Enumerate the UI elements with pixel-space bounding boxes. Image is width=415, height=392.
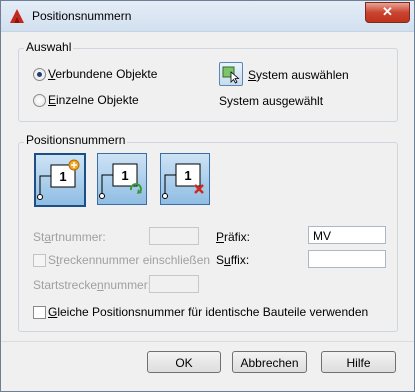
window-title: Positionsnummern bbox=[32, 9, 132, 23]
startnummer-input[interactable] bbox=[149, 227, 199, 245]
renumber-label-number: 1 bbox=[121, 168, 128, 183]
dialog-window: Positionsnummern ✕ Auswahl Verbundene Ob… bbox=[0, 0, 415, 392]
startstreckennummer-label: Startstreckennummer: bbox=[33, 278, 152, 292]
radio-einzelne-objekte[interactable] bbox=[33, 94, 46, 107]
hilfe-button[interactable]: Hilfe bbox=[321, 351, 396, 373]
praefix-input[interactable]: MV bbox=[308, 226, 386, 244]
system-select-label[interactable]: System auswählen bbox=[248, 68, 349, 82]
streckennummer-checkbox[interactable] bbox=[33, 254, 46, 267]
praefix-label: Präfix: bbox=[216, 230, 251, 244]
system-status-text: System ausgewählt bbox=[219, 94, 324, 108]
suffix-input[interactable] bbox=[308, 250, 386, 268]
startstreckennummer-input[interactable] bbox=[149, 275, 199, 293]
close-button[interactable]: ✕ bbox=[365, 2, 410, 23]
add-label-number: 1 bbox=[59, 169, 66, 184]
suffix-label: Suffix: bbox=[216, 253, 250, 267]
startnummer-label: Startnummer: bbox=[33, 230, 106, 244]
add-label-icon: 1 bbox=[37, 159, 80, 200]
auswahl-group-label: Auswahl bbox=[24, 40, 74, 54]
delete-label-icon: 1 bbox=[162, 163, 204, 199]
ok-button[interactable]: OK bbox=[147, 351, 221, 373]
title-bar[interactable]: Positionsnummern ✕ bbox=[1, 1, 414, 32]
radio-verbundene-objekte[interactable] bbox=[33, 68, 46, 81]
gleiche-positionsnummer-checkbox[interactable] bbox=[33, 306, 46, 319]
delete-position-number-button[interactable]: 1 bbox=[160, 153, 210, 205]
autocad-logo-icon bbox=[10, 9, 24, 23]
add-position-number-button[interactable]: 1 bbox=[34, 153, 86, 207]
positionsnummern-group-label: Positionsnummern bbox=[24, 133, 128, 147]
select-system-icon bbox=[222, 66, 240, 84]
close-icon: ✕ bbox=[382, 4, 393, 19]
auswahl-group bbox=[18, 48, 398, 122]
delete-label-number: 1 bbox=[184, 168, 191, 183]
radio-einzelne-objekte-label[interactable]: Einzelne Objekte bbox=[48, 93, 139, 107]
gleiche-positionsnummer-label[interactable]: Gleiche Positionsnummer für identische B… bbox=[48, 305, 368, 319]
radio-verbundene-objekte-label[interactable]: Verbundene Objekte bbox=[48, 67, 157, 81]
abbrechen-button[interactable]: Abbrechen bbox=[232, 351, 307, 373]
system-select-button[interactable] bbox=[219, 62, 243, 86]
footer-separator bbox=[1, 341, 414, 342]
renumber-icon: 1 bbox=[99, 163, 142, 199]
renumber-button[interactable]: 1 bbox=[97, 153, 147, 205]
streckennummer-label: Streckennummer einschließen bbox=[48, 253, 211, 267]
